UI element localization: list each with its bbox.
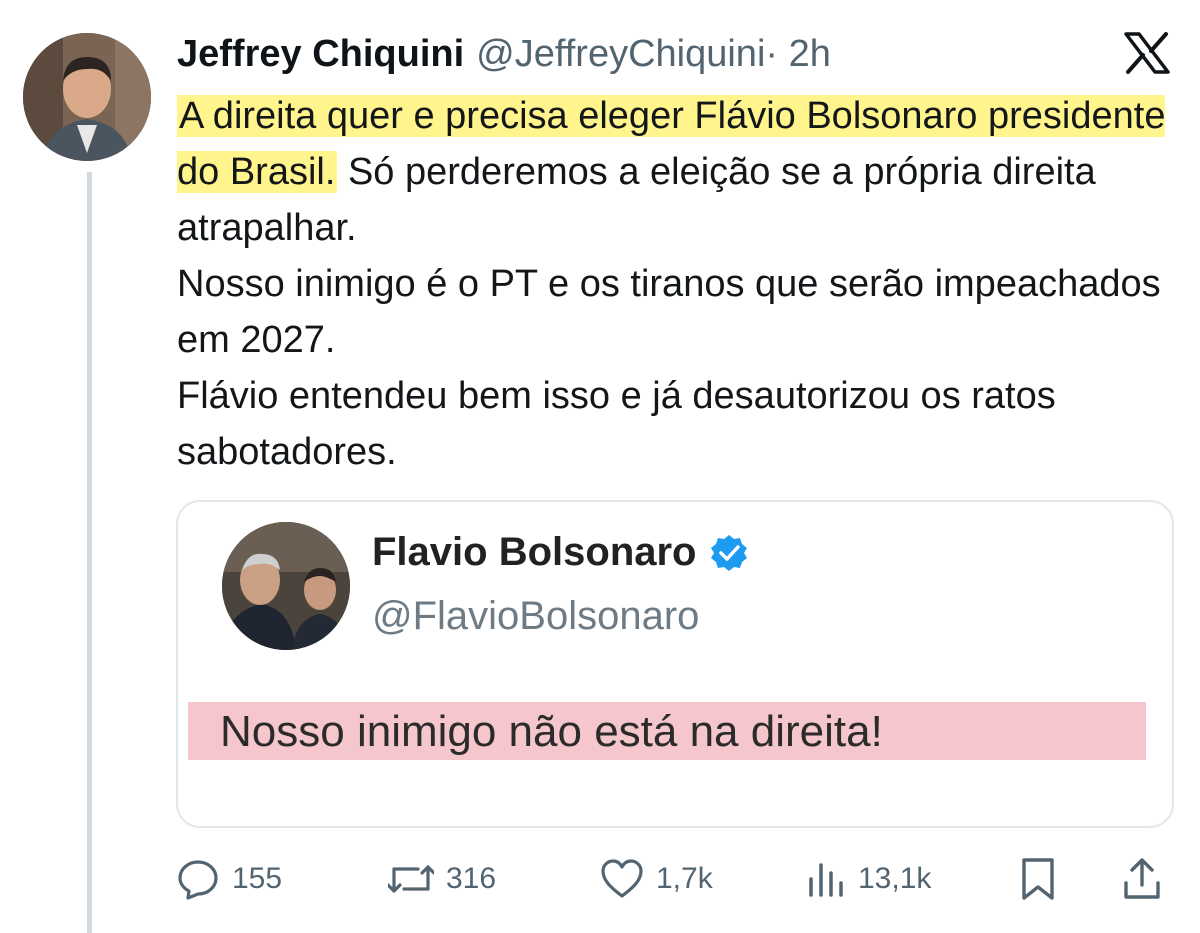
views-icon — [809, 863, 843, 897]
quoted-tweet-card[interactable]: Flavio Bolsonaro @FlavioBolsonaro Nosso … — [176, 500, 1174, 828]
bookmark-icon — [1022, 858, 1054, 900]
quote-author-name-text: Flavio Bolsonaro — [372, 530, 697, 574]
author-name[interactable]: Jeffrey Chiquini — [177, 30, 464, 78]
bookmark-button[interactable] — [1018, 852, 1058, 906]
tweet-paragraph-3: Flávio entendeu bem isso e já desautoriz… — [177, 375, 1056, 473]
reply-icon — [178, 860, 218, 900]
author-avatar-image — [23, 33, 151, 161]
views-count: 13,1k — [858, 862, 932, 895]
reply-count: 155 — [232, 862, 283, 895]
author-handle[interactable]: @JeffreyChiquini — [476, 30, 765, 78]
tweet-time[interactable]: · 2h — [765, 30, 830, 78]
quote-avatar[interactable] — [222, 522, 350, 650]
like-icon — [601, 859, 643, 898]
tweet-paragraph-2: Nosso inimigo é o PT e os tiranos que se… — [177, 263, 1161, 361]
share-button[interactable] — [1122, 852, 1162, 906]
quote-avatar-image — [222, 522, 350, 650]
tweet-header: Jeffrey Chiquini @JeffreyChiquini · 2h — [177, 30, 831, 78]
author-avatar[interactable] — [23, 33, 151, 161]
quote-author-handle[interactable]: @FlavioBolsonaro — [372, 594, 699, 639]
repost-button[interactable]: 316 — [388, 852, 496, 906]
x-logo-icon — [1124, 32, 1170, 74]
quote-text: Nosso inimigo não está na direita! — [220, 707, 883, 756]
like-count: 1,7k — [656, 862, 713, 895]
views-button[interactable]: 13,1k — [806, 852, 931, 906]
verified-badge-icon — [710, 534, 747, 571]
repost-icon — [388, 865, 434, 893]
repost-count: 316 — [446, 862, 497, 895]
like-button[interactable]: 1,7k — [600, 852, 713, 906]
quote-author-name[interactable]: Flavio Bolsonaro — [372, 530, 749, 575]
tweet-action-bar: 155 316 1,7k 13,1k — [0, 852, 1200, 906]
reply-button[interactable]: 155 — [176, 852, 282, 906]
share-icon — [1124, 858, 1160, 899]
thread-line — [87, 172, 92, 933]
tweet-text: A direita quer e precisa eleger Flávio B… — [177, 88, 1177, 480]
